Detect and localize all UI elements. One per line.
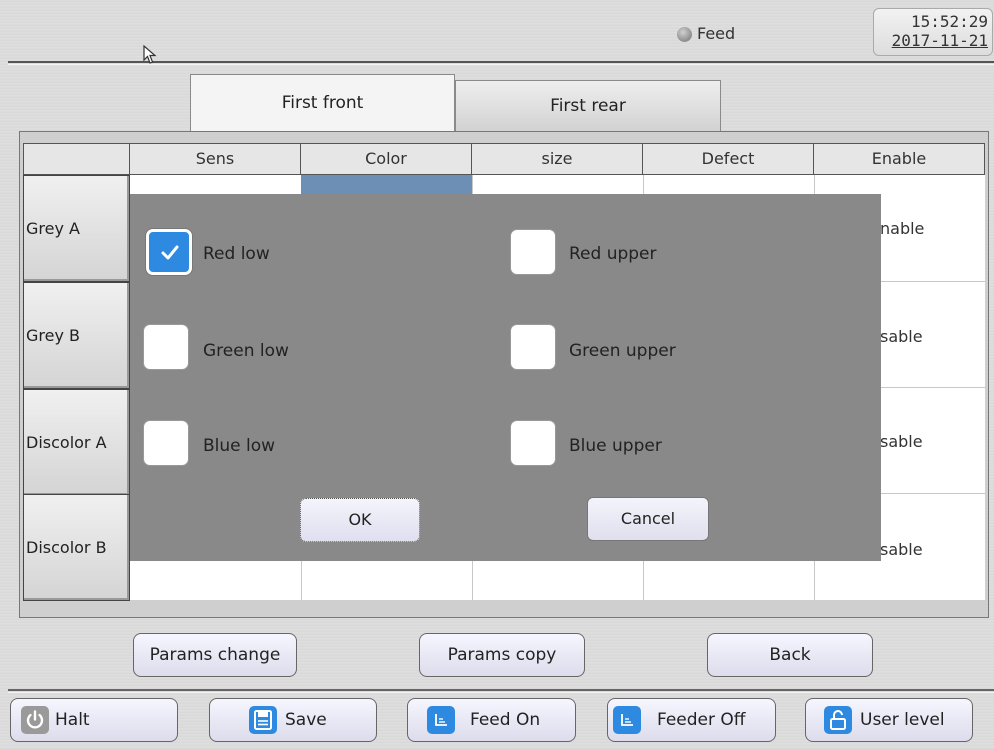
feed-icon xyxy=(427,706,455,734)
column-header-color: Color xyxy=(301,143,472,175)
user-level-button[interactable]: User level xyxy=(805,698,973,742)
red-upper-checkbox[interactable] xyxy=(510,229,556,275)
table-header-row: Sens Color size Defect Enable xyxy=(23,143,985,175)
column-header-defect: Defect xyxy=(643,143,814,175)
enable-cell[interactable]: sable xyxy=(880,432,985,451)
feed-status-led xyxy=(677,27,692,42)
column-header-enable: Enable xyxy=(814,143,985,175)
clock-display: 15:52:29 2017-11-21 xyxy=(873,8,993,56)
green-upper-checkbox[interactable] xyxy=(510,324,556,370)
check-icon xyxy=(161,245,179,260)
tab-first-rear[interactable]: First rear xyxy=(455,80,721,131)
user-level-label: User level xyxy=(860,710,945,730)
power-icon xyxy=(21,706,49,734)
divider xyxy=(8,689,994,691)
feeder-off-label: Feeder Off xyxy=(657,710,746,730)
row-header-discolor-a[interactable]: Discolor A xyxy=(23,389,130,496)
tab-first-front[interactable]: First front xyxy=(190,74,455,131)
color-select-dialog: Red low Red upper Green low Green upper … xyxy=(130,194,881,561)
green-low-label: Green low xyxy=(203,341,289,361)
save-icon xyxy=(249,706,277,734)
save-button[interactable]: Save xyxy=(209,698,377,742)
date-text: 2017-11-21 xyxy=(891,31,988,50)
time-text: 15:52:29 xyxy=(910,12,988,31)
red-low-checkbox[interactable] xyxy=(146,229,192,275)
params-copy-button[interactable]: Params copy xyxy=(419,633,585,677)
blue-upper-label: Blue upper xyxy=(569,436,662,456)
selected-cell-color[interactable] xyxy=(301,175,472,195)
blue-upper-checkbox[interactable] xyxy=(510,420,556,466)
row-header-grey-b[interactable]: Grey B xyxy=(23,282,130,389)
ok-button[interactable]: OK xyxy=(300,498,420,542)
blue-low-checkbox[interactable] xyxy=(143,420,189,466)
feed-on-label: Feed On xyxy=(470,710,541,730)
halt-label: Halt xyxy=(55,710,90,730)
cancel-button[interactable]: Cancel xyxy=(587,497,709,541)
divider xyxy=(8,692,994,693)
column-header-size: size xyxy=(472,143,643,175)
row-header-grey-a[interactable]: Grey A xyxy=(23,175,130,282)
back-button[interactable]: Back xyxy=(707,633,873,677)
green-upper-label: Green upper xyxy=(569,341,676,361)
feed-on-button[interactable]: Feed On xyxy=(407,698,576,742)
feed-status-label: Feed xyxy=(697,24,736,43)
blue-low-label: Blue low xyxy=(203,436,276,456)
enable-cell[interactable]: sable xyxy=(880,540,985,559)
feeder-off-button[interactable]: Feeder Off xyxy=(607,698,776,742)
red-low-label: Red low xyxy=(203,244,270,264)
unlock-icon xyxy=(824,706,852,734)
enable-cell[interactable]: nable xyxy=(880,219,985,238)
table-header-corner xyxy=(23,143,130,175)
halt-button[interactable]: Halt xyxy=(10,698,178,742)
column-header-sens: Sens xyxy=(130,143,301,175)
red-upper-label: Red upper xyxy=(569,244,657,264)
enable-cell[interactable]: sable xyxy=(880,327,985,346)
params-change-button[interactable]: Params change xyxy=(133,633,297,677)
green-low-checkbox[interactable] xyxy=(143,324,189,370)
mouse-cursor-icon xyxy=(143,45,157,64)
row-header-discolor-b[interactable]: Discolor B xyxy=(23,494,130,601)
feed-icon xyxy=(613,706,641,734)
save-label: Save xyxy=(285,710,327,730)
